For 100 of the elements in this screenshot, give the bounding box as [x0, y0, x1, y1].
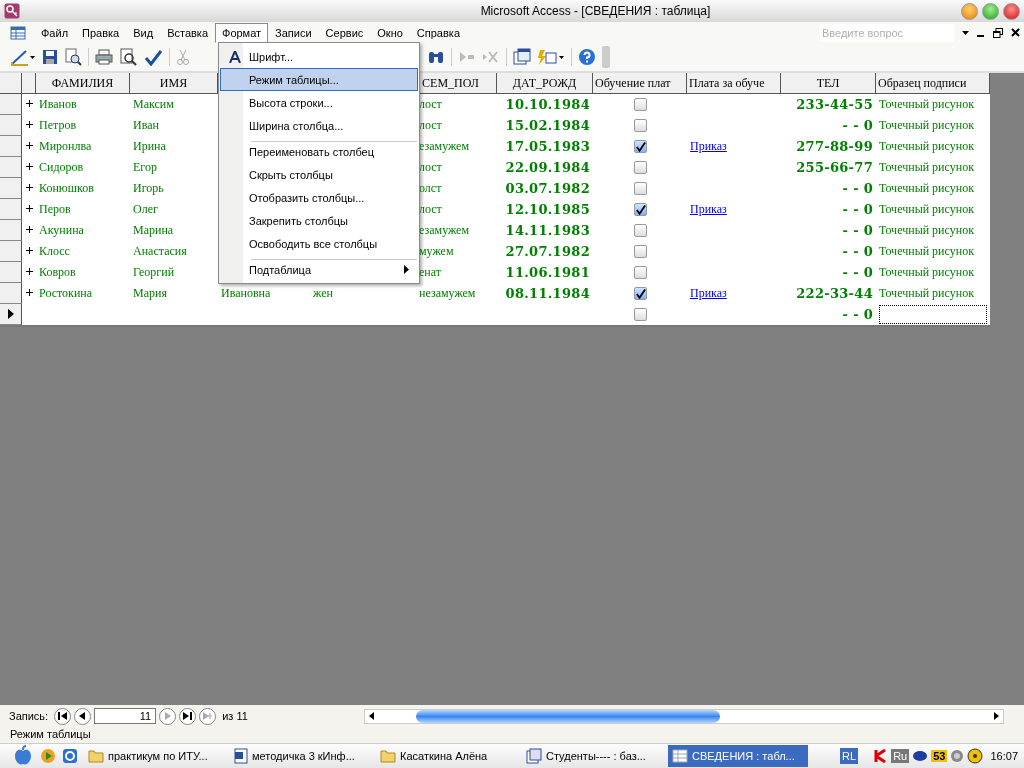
- checkbox[interactable]: [633, 203, 647, 216]
- column-header[interactable]: ДАТ_РОЖД: [497, 73, 593, 94]
- checkbox[interactable]: [633, 245, 647, 258]
- menu-item[interactable]: Режим таблицы...: [220, 68, 418, 91]
- column-header[interactable]: ТЕЛ: [781, 73, 876, 94]
- row-selector[interactable]: [0, 199, 22, 220]
- checkbox[interactable]: [633, 308, 647, 321]
- menu-item[interactable]: Сервис: [318, 22, 371, 43]
- menu-item[interactable]: Вставка: [160, 22, 215, 43]
- menu-item[interactable]: Вид: [126, 22, 161, 43]
- search-icon[interactable]: [64, 48, 82, 66]
- scrollbar-thumb[interactable]: [415, 709, 720, 723]
- row-selector[interactable]: [0, 136, 22, 157]
- menu-item[interactable]: Закрепить столбцы: [220, 209, 418, 232]
- first-record-button[interactable]: [54, 707, 72, 725]
- menu-item[interactable]: Записи: [268, 22, 319, 43]
- help-icon[interactable]: [578, 48, 596, 66]
- menu-item[interactable]: Высота строки...: [220, 91, 418, 114]
- dropdown-caret-icon[interactable]: [962, 30, 969, 35]
- checkbox[interactable]: [633, 140, 647, 153]
- checkbox[interactable]: [633, 266, 647, 279]
- expand-icon[interactable]: [25, 163, 33, 170]
- checkbox[interactable]: [633, 98, 647, 111]
- spelling-icon[interactable]: [143, 48, 163, 66]
- expand-icon[interactable]: [25, 121, 33, 128]
- row-selector[interactable]: [0, 304, 22, 325]
- help-search-field[interactable]: Введите вопрос: [820, 23, 954, 42]
- expand-icon[interactable]: [25, 226, 33, 233]
- menu-item[interactable]: Ширина столбца...: [220, 114, 418, 137]
- save-icon[interactable]: [42, 49, 58, 65]
- menu-item[interactable]: Формат: [215, 22, 269, 43]
- start-icon[interactable]: [12, 745, 34, 767]
- row-selector[interactable]: [0, 94, 22, 115]
- scroll-left-icon[interactable]: [368, 712, 375, 720]
- maximize-button[interactable]: [982, 2, 999, 20]
- close-icon[interactable]: [1011, 28, 1020, 37]
- hyperlink[interactable]: Приказ: [690, 139, 727, 154]
- close-button[interactable]: [1003, 2, 1020, 20]
- keyboard-layout-indicator[interactable]: Ru: [891, 749, 910, 763]
- menu-item[interactable]: Правка: [75, 22, 127, 43]
- column-header[interactable]: Плата за обуче: [687, 73, 781, 94]
- checkbox[interactable]: [633, 119, 647, 132]
- hyperlink[interactable]: Приказ: [690, 202, 727, 217]
- hyperlink[interactable]: Приказ: [690, 286, 727, 301]
- checkbox[interactable]: [633, 224, 647, 237]
- column-header[interactable]: Образец подписи: [876, 73, 990, 94]
- row-selector[interactable]: [0, 157, 22, 178]
- last-record-button[interactable]: [179, 707, 197, 725]
- taskbar-button[interactable]: СВЕДЕНИЯ : табл...: [668, 745, 808, 767]
- taskbar-button[interactable]: методичка 3 кИнф...: [230, 745, 370, 767]
- header-corner[interactable]: [0, 73, 22, 94]
- browser-icon[interactable]: [62, 748, 78, 764]
- table-cell: лост: [419, 160, 442, 175]
- design-view-icon[interactable]: [10, 48, 36, 66]
- menu-item[interactable]: Отобразить столбцы...: [220, 186, 418, 209]
- row-selector[interactable]: [0, 178, 22, 199]
- horizontal-scrollbar[interactable]: [363, 708, 1004, 724]
- taskbar-button[interactable]: Касаткина Алёна: [376, 745, 516, 767]
- record-number-field[interactable]: 11: [94, 708, 157, 724]
- restore-icon[interactable]: [993, 27, 1003, 38]
- wireless-icon[interactable]: [967, 748, 984, 764]
- menu-item[interactable]: Шрифт...: [220, 45, 418, 68]
- menu-item[interactable]: Окно: [370, 22, 410, 43]
- checkbox[interactable]: [633, 182, 647, 195]
- row-selector[interactable]: [0, 262, 22, 283]
- taskbar-button[interactable]: Студенты---- : баз...: [522, 745, 662, 767]
- language-indicator[interactable]: RL: [840, 748, 859, 764]
- column-header[interactable]: ФАМИЛИЯ: [36, 73, 130, 94]
- row-selector[interactable]: [0, 283, 22, 304]
- scroll-right-icon[interactable]: [992, 712, 999, 720]
- focused-cell[interactable]: [879, 305, 987, 324]
- menu-item[interactable]: Освободить все столбцы: [220, 232, 418, 255]
- expand-icon[interactable]: [25, 247, 33, 254]
- menu-item[interactable]: Скрыть столбцы: [220, 163, 418, 186]
- tray-badge[interactable]: 53: [931, 750, 948, 762]
- row-selector[interactable]: [0, 220, 22, 241]
- column-header[interactable]: ИМЯ: [130, 73, 218, 94]
- previous-record-button[interactable]: [74, 707, 92, 725]
- expand-icon[interactable]: [25, 184, 33, 191]
- expand-icon[interactable]: [25, 289, 33, 296]
- media-player-icon[interactable]: [40, 748, 56, 764]
- menu-item[interactable]: Справка: [409, 22, 467, 43]
- binoculars-icon[interactable]: [427, 49, 445, 65]
- new-object-icon[interactable]: [537, 48, 565, 66]
- checkbox[interactable]: [633, 287, 647, 300]
- expand-icon[interactable]: [25, 142, 33, 149]
- row-selector[interactable]: [0, 115, 22, 136]
- network-icon[interactable]: [912, 750, 929, 762]
- printer-icon[interactable]: [95, 49, 113, 65]
- table-icon[interactable]: [10, 25, 26, 40]
- expand-icon[interactable]: [25, 205, 33, 212]
- database-window-icon[interactable]: [513, 48, 531, 66]
- checkbox[interactable]: [633, 161, 647, 174]
- expand-icon[interactable]: [25, 100, 33, 107]
- row-selector[interactable]: [0, 241, 22, 262]
- expand-icon[interactable]: [25, 268, 33, 275]
- taskbar-button[interactable]: практикум по ИТУ...: [84, 745, 224, 767]
- column-header[interactable]: Обучение плат: [593, 73, 687, 94]
- print-preview-icon[interactable]: [119, 48, 137, 66]
- menu-item[interactable]: Файл: [34, 22, 76, 43]
